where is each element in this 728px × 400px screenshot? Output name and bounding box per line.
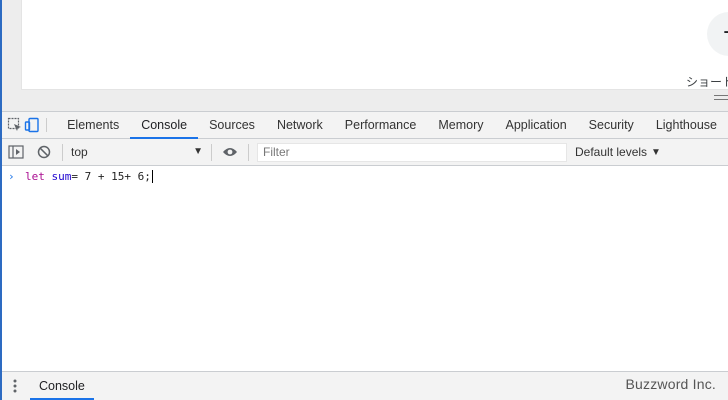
more-options-icon[interactable] bbox=[0, 372, 30, 400]
watermark: Buzzword Inc. bbox=[625, 376, 716, 392]
tab-console[interactable]: Console bbox=[130, 112, 198, 139]
toolbar-divider bbox=[211, 143, 212, 161]
new-tab-page bbox=[21, 0, 728, 90]
context-value: top bbox=[71, 145, 88, 159]
levels-label: Default levels bbox=[575, 145, 648, 159]
toolbar-divider bbox=[248, 143, 249, 161]
toolbar-divider bbox=[46, 118, 48, 132]
shortcut-label: ショート bbox=[686, 75, 728, 89]
drawer-tab-console[interactable]: Console bbox=[30, 372, 94, 400]
tab-sources[interactable]: Sources bbox=[198, 112, 266, 138]
toolbar-divider bbox=[62, 143, 63, 161]
console-prompt[interactable]: › let sum = 7 + 15+ 6; bbox=[8, 170, 153, 184]
filter-placeholder: Filter bbox=[263, 145, 290, 159]
console-output[interactable]: › let sum = 7 + 15+ 6; bbox=[0, 166, 728, 371]
tab-security[interactable]: Security bbox=[578, 112, 645, 138]
live-expression-eye-icon[interactable] bbox=[216, 139, 244, 166]
tab-lighthouse[interactable]: Lighthouse bbox=[645, 112, 728, 138]
prompt-chevron-icon: › bbox=[8, 170, 15, 183]
plus-icon: + bbox=[722, 21, 728, 45]
filter-input[interactable]: Filter bbox=[257, 142, 567, 162]
log-levels-dropdown[interactable]: Default levels ▼ bbox=[575, 145, 661, 159]
tab-memory[interactable]: Memory bbox=[427, 112, 494, 138]
code-variable: sum bbox=[51, 170, 72, 183]
page-area: + ショート bbox=[0, 0, 728, 111]
window-edge bbox=[0, 0, 2, 400]
code-keyword: let bbox=[25, 170, 45, 183]
inspect-element-icon[interactable] bbox=[6, 112, 23, 138]
dropdown-arrow-icon: ▼ bbox=[651, 146, 661, 158]
devtools-tabbar: Elements Console Sources Network Perform… bbox=[0, 111, 728, 139]
clear-console-icon[interactable] bbox=[30, 139, 58, 166]
dropdown-arrow-icon: ▼ bbox=[193, 145, 203, 157]
text-caret bbox=[151, 170, 153, 183]
tab-elements[interactable]: Elements bbox=[56, 112, 130, 138]
tab-network[interactable]: Network bbox=[266, 112, 334, 138]
show-sidebar-icon[interactable] bbox=[2, 139, 30, 166]
code-expression: = 7 + 15+ 6; bbox=[71, 170, 151, 183]
tab-application[interactable]: Application bbox=[495, 112, 578, 138]
drawer-bar: Console bbox=[0, 371, 728, 400]
resize-handle-icon[interactable] bbox=[714, 95, 728, 104]
context-selector[interactable]: top ▼ bbox=[67, 142, 207, 163]
tab-performance[interactable]: Performance bbox=[334, 112, 428, 138]
device-toolbar-icon[interactable] bbox=[23, 112, 40, 138]
console-toolbar: top ▼ Filter Default levels ▼ bbox=[0, 139, 728, 166]
